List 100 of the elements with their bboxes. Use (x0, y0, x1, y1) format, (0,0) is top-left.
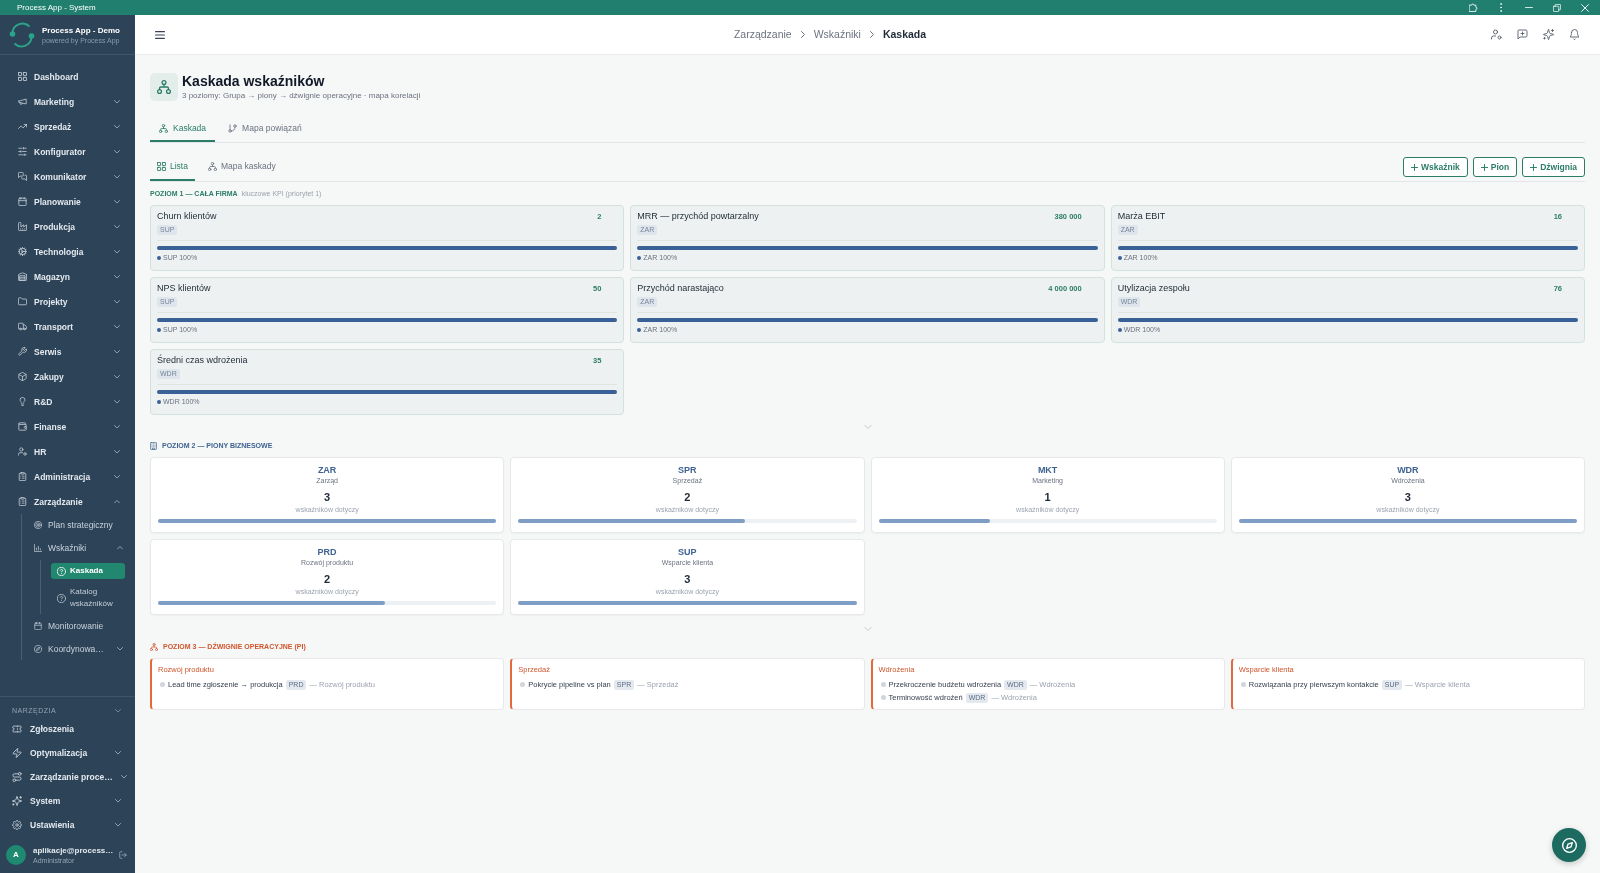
trend-up-icon (18, 122, 27, 131)
nav-item[interactable]: Komunikator (0, 164, 135, 189)
nav-item[interactable]: Sprzedaż (0, 114, 135, 139)
chat-icon (18, 172, 27, 181)
clipboard-icon (18, 497, 27, 506)
compass-icon (34, 645, 42, 653)
nav-item[interactable]: Plan strategiczny (22, 514, 133, 536)
dot-icon (1117, 327, 1122, 332)
help-circle-icon (57, 566, 66, 576)
nav-item[interactable]: HR (0, 439, 135, 464)
kpi-name: Przychód narastająco (637, 282, 724, 295)
ticket-icon (12, 724, 22, 734)
nav-item[interactable]: Planowanie (0, 189, 135, 214)
user-name: aplikacje@process… (33, 845, 112, 856)
nav-item[interactable]: Administracja (0, 464, 135, 489)
division-code: SUP (678, 546, 697, 558)
nav-item[interactable]: Koordynowa… (22, 638, 133, 660)
plus-icon (1530, 163, 1538, 171)
add-button[interactable]: Pion (1472, 157, 1518, 177)
kpi-name: Utylizacja zespołu (1117, 282, 1190, 295)
help-circle-icon (57, 593, 66, 603)
megaphone-icon (18, 97, 27, 106)
nav-item[interactable]: Technologia (0, 239, 135, 264)
wrench-icon (18, 347, 27, 356)
add-button[interactable]: Dźwignia (1522, 157, 1585, 177)
lightning-icon (12, 748, 22, 758)
dot-icon (880, 695, 886, 700)
person-icon (18, 447, 27, 456)
window-title: Process App - System (17, 2, 97, 14)
branch-icon (228, 123, 238, 133)
view-tab[interactable]: Mapa kaskady (200, 153, 283, 181)
nav-item[interactable]: Zarządzanie (0, 489, 135, 514)
add-button[interactable]: Wskaźnik (1403, 157, 1468, 177)
nav-item[interactable]: Monitorowanie (22, 615, 133, 637)
restore-icon[interactable] (1553, 3, 1561, 12)
nav-item[interactable]: System (0, 789, 135, 813)
route-icon (12, 772, 22, 782)
hierarchy-icon (207, 161, 217, 171)
truck-icon (18, 322, 27, 331)
bar-chart-icon (34, 544, 42, 552)
clipboard-icon (18, 472, 27, 481)
nav-item[interactable]: Zakupy (0, 364, 135, 389)
hierarchy-icon (150, 643, 158, 651)
chevron-right-icon (869, 31, 874, 38)
nav-item[interactable]: Serwis (0, 339, 135, 364)
nav-item[interactable]: Dashboard (0, 64, 135, 89)
kpi-name: Marża EBIT (1117, 210, 1166, 223)
close-icon[interactable] (1581, 3, 1589, 12)
nav-item[interactable]: R&D (0, 389, 135, 414)
avatar: A (6, 845, 26, 865)
breadcrumb-item: Kaskada (882, 26, 927, 42)
nav-item[interactable]: Katalog wskaźników (51, 584, 125, 612)
nav-item[interactable]: Konfigurator (0, 139, 135, 164)
division-code: WDR (1397, 464, 1419, 476)
nav-item[interactable]: Kaskada (51, 563, 125, 579)
dot-icon (157, 327, 161, 332)
kpi-count: 3 (684, 572, 691, 587)
nav-item[interactable]: Finanse (0, 414, 135, 439)
sliders-icon (18, 147, 27, 156)
nav-item[interactable]: Ustawienia (0, 813, 135, 837)
tab[interactable]: Mapa powiązań (219, 116, 311, 142)
nav-item[interactable]: Zgłoszenia (0, 717, 135, 741)
nav-item[interactable]: Optymalizacja (0, 741, 135, 765)
dot-icon (1240, 682, 1246, 687)
puzzle-icon[interactable] (1468, 3, 1478, 12)
kpi-count: 2 (324, 572, 331, 587)
chevron-down-icon (115, 709, 121, 713)
logout-icon[interactable] (119, 851, 127, 859)
settings-icon (12, 820, 22, 830)
compass-button[interactable] (1552, 828, 1586, 862)
view-tab[interactable]: Lista (150, 153, 195, 181)
nav-item[interactable]: Projekty (0, 289, 135, 314)
warehouse-icon (18, 272, 27, 281)
bell-icon[interactable] (1569, 29, 1580, 40)
kpi-name: Średni czas wdrożenia (157, 354, 248, 367)
nav-item[interactable]: Marketing (0, 89, 135, 114)
user-settings-icon[interactable] (1491, 29, 1502, 40)
grid-icon (157, 161, 166, 171)
message-plus-icon[interactable] (1517, 29, 1528, 40)
tab[interactable]: Kaskada (150, 116, 216, 142)
nav-item[interactable]: Wskaźniki (22, 537, 133, 559)
menu-icon[interactable] (155, 30, 165, 39)
calendar-icon (18, 197, 27, 206)
dot-icon (160, 682, 165, 687)
sparkles-icon[interactable] (1543, 29, 1554, 40)
page-title: Kaskada wskaźników (182, 72, 326, 90)
chevron-right-icon (800, 31, 805, 38)
cog-icon (18, 247, 27, 256)
kpi-count: 2 (684, 490, 691, 505)
lightbulb-icon (18, 397, 27, 406)
kpi-count: 3 (324, 490, 331, 505)
nav-item[interactable]: Magazyn (0, 264, 135, 289)
dot-icon (157, 399, 161, 404)
breadcrumb-item[interactable]: Zarządzanie (733, 26, 792, 43)
breadcrumb-item[interactable]: Wskaźniki (813, 26, 861, 43)
kpi-name: MRR — przychód powtarzalny (637, 210, 759, 223)
nav-item[interactable]: Transport (0, 314, 135, 339)
nav-item[interactable]: Produkcja (0, 214, 135, 239)
nav-item[interactable]: Zarządzanie proce… (0, 765, 135, 789)
factory-icon (18, 222, 27, 231)
